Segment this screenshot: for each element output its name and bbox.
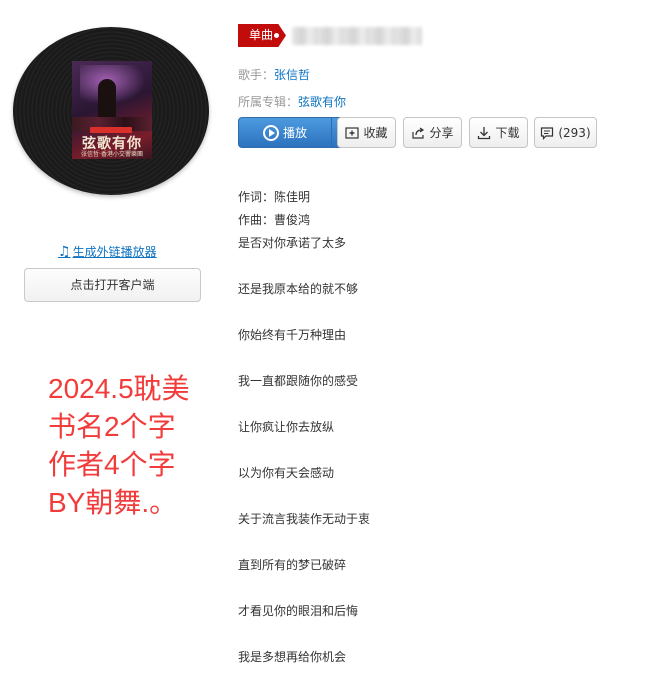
play-button[interactable]: 播放 (238, 117, 332, 148)
lyric-line: 你始终有千万种理由 (238, 328, 347, 342)
collect-button[interactable]: 收藏 (337, 117, 396, 148)
add-folder-icon (345, 126, 360, 139)
lyric-line: 关于流言我装作无动于衷 (238, 512, 371, 526)
album-link[interactable]: 弦歌有你 (298, 95, 346, 109)
music-note-icon: ♫ (58, 243, 71, 260)
lyric-line: 直到所有的梦已破碎 (238, 558, 347, 572)
lyric-line: 让你疯让你去放纵 (238, 420, 335, 434)
lyric-line: 是否对你承诺了太多 (238, 236, 347, 250)
open-client-button[interactable]: 点击打开客户端 (24, 268, 201, 302)
lyric-line: 还是我原本给的就不够 (238, 282, 359, 296)
lyric-credit: 作词：陈佳明 (238, 190, 311, 204)
watermark-line: 作者4个字 (48, 449, 176, 480)
lyric-line: 我是多想再给你机会 (238, 650, 347, 664)
artist-label: 歌手： (238, 68, 275, 82)
lyric-line: 我一直都跟随你的感受 (238, 374, 359, 388)
artist-row: 歌手：张信哲 (238, 66, 310, 83)
song-title-blurred (292, 27, 422, 45)
album-row: 所属专辑：弦歌有你 (238, 93, 346, 110)
play-icon (262, 124, 279, 141)
lyric-credit: 作曲：曹俊鸿 (238, 213, 311, 227)
comment-count: (293) (558, 125, 591, 140)
share-icon (412, 127, 425, 139)
watermark-line: BY朝舞.。 (48, 487, 178, 518)
album-label: 所属专辑： (238, 95, 299, 109)
watermark-text: 2024.5耽美 书名2个字 作者4个字 BY朝舞.。 (48, 370, 218, 522)
download-button[interactable]: 下载 (469, 117, 528, 148)
share-button[interactable]: 分享 (403, 117, 462, 148)
artist-link[interactable]: 张信哲 (274, 68, 310, 82)
single-badge: 单曲 (238, 24, 286, 47)
collect-label: 收藏 (363, 126, 388, 140)
play-label: 播放 (282, 126, 307, 140)
external-player-label: 生成外链播放器 (72, 245, 157, 259)
lyric-line: 才看见你的眼泪和后悔 (238, 604, 359, 618)
cover-subtitle: 张信哲·香港小交響樂團 (81, 151, 143, 158)
lyric-line: 以为你有天会感动 (238, 466, 335, 480)
album-disc: 弦歌有你 张信哲·香港小交響樂團 (12, 27, 212, 195)
external-player-link[interactable]: ♫ 生成外链播放器 (58, 243, 157, 260)
download-label: 下载 (495, 126, 520, 140)
lyrics-panel: 作词：陈佳明 作曲：曹俊鸿 是否对你承诺了太多 还是我原本给的就不够 你始终有千… (238, 186, 638, 669)
album-cover: 弦歌有你 张信哲·香港小交響樂團 (72, 61, 152, 159)
download-icon (478, 126, 491, 139)
watermark-line: 2024.5耽美 (48, 373, 190, 404)
comment-button[interactable]: (293) (534, 117, 597, 148)
share-label: 分享 (429, 126, 454, 140)
comment-icon (541, 126, 554, 140)
watermark-line: 书名2个字 (48, 411, 176, 442)
cover-singer-figure (98, 79, 116, 119)
